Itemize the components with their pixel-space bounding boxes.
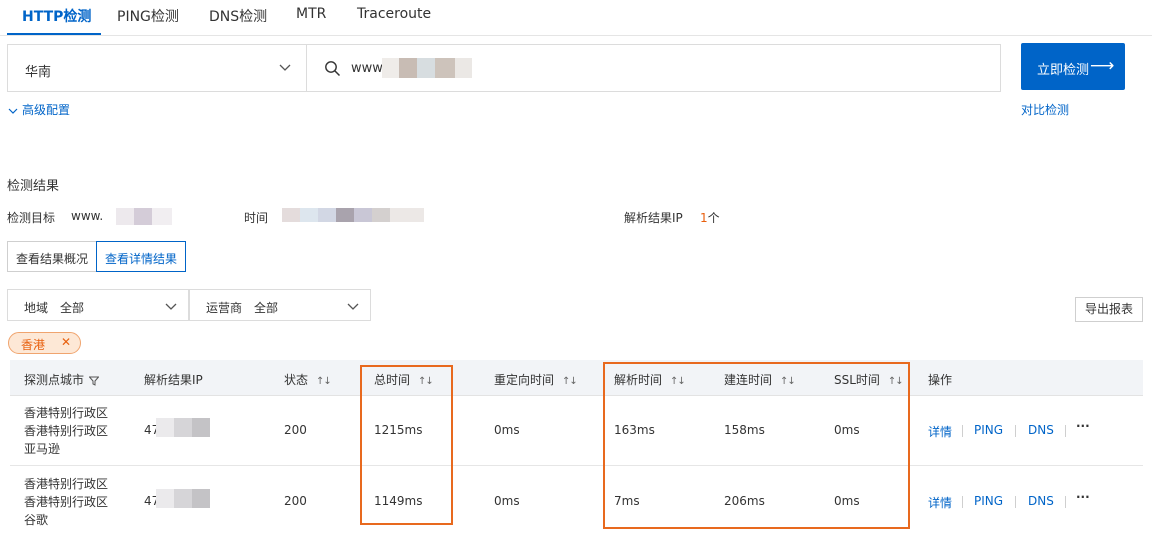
tab-ping[interactable]: PING检测 xyxy=(117,6,179,26)
time-label: 时间 xyxy=(244,211,269,225)
chevron-down-icon xyxy=(347,303,359,310)
region-select-value: 华南 xyxy=(25,65,52,80)
close-icon[interactable]: ✕ xyxy=(61,335,71,349)
isp-filter[interactable]: 运营商 全部 xyxy=(189,289,371,321)
highlight-timing-breakdown xyxy=(603,362,910,529)
overview-button[interactable]: 查看结果概况 xyxy=(7,241,97,272)
region-select[interactable]: 华南 xyxy=(7,44,306,92)
col-ops: 操作 xyxy=(928,373,953,387)
detail-link[interactable]: 详情 xyxy=(928,423,952,440)
col-status[interactable]: 状态 ↑↓ xyxy=(284,371,332,388)
redacted-url xyxy=(382,58,472,78)
redacted-time xyxy=(282,208,424,222)
divider xyxy=(1065,425,1066,437)
search-icon xyxy=(325,61,341,77)
ip-count-unit: 个 xyxy=(707,211,720,225)
tab-http[interactable]: HTTP检测 xyxy=(22,6,91,26)
region-filter[interactable]: 地域 全部 xyxy=(7,289,189,321)
dns-link[interactable]: DNS xyxy=(1028,494,1054,508)
sort-icon[interactable]: ↑↓ xyxy=(562,376,578,387)
row-redirect-time: 0ms xyxy=(494,423,520,437)
tab-active-indicator xyxy=(7,33,101,35)
region-filter-label: 地域 全部 xyxy=(24,301,85,315)
table-row-city: 香港特别行政区 香港特别行政区 谷歌 xyxy=(24,477,109,527)
ip-count: 1个 xyxy=(700,209,720,226)
results-title: 检测结果 xyxy=(7,179,60,194)
redacted-ip xyxy=(156,418,210,437)
dns-link[interactable]: DNS xyxy=(1028,423,1054,437)
highlight-total-time xyxy=(360,365,453,525)
table-row-city: 香港特别行政区 香港特别行政区 亚马逊 xyxy=(24,406,109,456)
tab-mtr[interactable]: MTR xyxy=(296,6,326,22)
more-icon[interactable]: ··· xyxy=(1076,490,1090,504)
chevron-down-icon xyxy=(279,64,291,71)
advanced-config-label: 高级配置 xyxy=(22,103,71,117)
target-label: 检测目标 xyxy=(7,211,56,225)
chevron-down-icon xyxy=(165,303,177,310)
target-value: www. xyxy=(71,209,104,223)
divider xyxy=(1015,496,1016,508)
filter-icon[interactable] xyxy=(88,376,100,386)
arrow-right-icon: ⟶ xyxy=(1090,56,1115,76)
filter-chip-hongkong: 香港 ✕ xyxy=(8,332,81,354)
sort-icon[interactable]: ↑↓ xyxy=(316,376,332,387)
start-test-label: 立即检测 xyxy=(1037,63,1090,78)
start-test-button[interactable]: 立即检测 ⟶ xyxy=(1021,43,1125,90)
advanced-config-link[interactable]: 高级配置 xyxy=(8,101,70,118)
divider xyxy=(1015,425,1016,437)
chevron-down-icon xyxy=(8,108,18,114)
detail-link[interactable]: 详情 xyxy=(928,494,952,511)
tab-traceroute[interactable]: Traceroute xyxy=(357,6,431,22)
url-input-value: www xyxy=(351,61,383,76)
ip-count-value: 1 xyxy=(700,211,708,225)
divider xyxy=(962,496,963,508)
col-ip: 解析结果IP xyxy=(144,373,203,387)
more-icon[interactable]: ··· xyxy=(1076,419,1090,433)
url-input[interactable]: www xyxy=(306,44,1001,92)
row-status: 200 xyxy=(284,494,307,508)
divider xyxy=(962,425,963,437)
detail-button[interactable]: 查看详情结果 xyxy=(96,241,186,272)
tab-dns[interactable]: DNS检测 xyxy=(209,6,267,26)
redacted-ip xyxy=(156,489,210,508)
col-redirect-time[interactable]: 重定向时间 ↑↓ xyxy=(494,371,578,388)
ping-link[interactable]: PING xyxy=(974,423,1003,437)
export-report-button[interactable]: 导出报表 xyxy=(1075,297,1143,322)
tab-bar: HTTP检测 PING检测 DNS检测 MTR Traceroute xyxy=(0,0,1152,36)
filter-chip-label: 香港 xyxy=(21,338,46,352)
row-status: 200 xyxy=(284,423,307,437)
row-divider xyxy=(10,465,1143,466)
compare-test-link[interactable]: 对比检测 xyxy=(1021,101,1069,118)
ip-label: 解析结果IP xyxy=(624,211,683,225)
row-redirect-time: 0ms xyxy=(494,494,520,508)
isp-filter-label: 运营商 全部 xyxy=(206,301,279,315)
ping-link[interactable]: PING xyxy=(974,494,1003,508)
divider xyxy=(1065,496,1066,508)
redacted-target xyxy=(116,208,172,225)
col-city[interactable]: 探测点城市 xyxy=(24,371,100,388)
